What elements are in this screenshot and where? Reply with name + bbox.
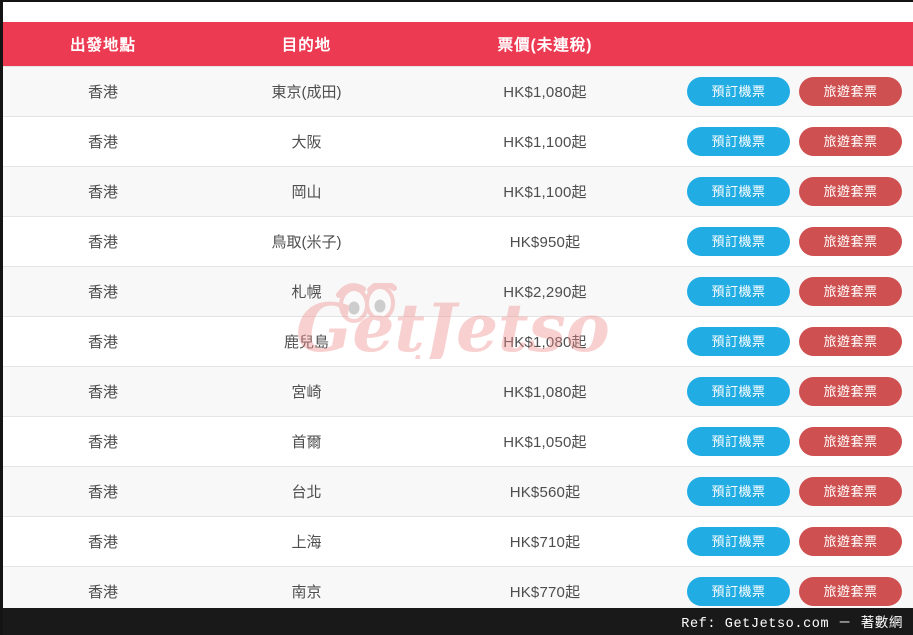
cell-origin: 香港 [3, 216, 203, 267]
book-flight-button[interactable]: 預訂機票 [687, 177, 790, 206]
action-button-group: 預訂機票 旅遊套票 [680, 527, 913, 556]
cell-origin: 香港 [3, 166, 203, 217]
cell-fare: HK$560起 [410, 466, 680, 517]
action-button-group: 預訂機票 旅遊套票 [680, 577, 913, 606]
cell-destination: 鹿兒島 [203, 316, 410, 367]
cell-fare: HK$1,080起 [410, 316, 680, 367]
column-header-fare: 票價(未連稅) [410, 22, 680, 67]
book-flight-button[interactable]: 預訂機票 [687, 377, 790, 406]
action-button-group: 預訂機票 旅遊套票 [680, 177, 913, 206]
action-button-group: 預訂機票 旅遊套票 [680, 127, 913, 156]
column-header-destination: 目的地 [203, 22, 410, 67]
cell-destination: 首爾 [203, 416, 410, 467]
cell-origin: 香港 [3, 66, 203, 117]
action-button-group: 預訂機票 旅遊套票 [680, 77, 913, 106]
table-row: 香港 上海 HK$710起 預訂機票 旅遊套票 [3, 516, 913, 567]
cell-origin: 香港 [3, 366, 203, 417]
travel-package-button[interactable]: 旅遊套票 [799, 177, 902, 206]
cell-actions: 預訂機票 旅遊套票 [680, 66, 913, 117]
cell-actions: 預訂機票 旅遊套票 [680, 366, 913, 417]
top-gutter [3, 2, 913, 22]
book-flight-button[interactable]: 預訂機票 [687, 577, 790, 606]
cell-fare: HK$950起 [410, 216, 680, 267]
travel-package-button[interactable]: 旅遊套票 [799, 127, 902, 156]
cell-origin: 香港 [3, 466, 203, 517]
travel-package-button[interactable]: 旅遊套票 [799, 377, 902, 406]
book-flight-button[interactable]: 預訂機票 [687, 127, 790, 156]
cell-origin: 香港 [3, 416, 203, 467]
cell-fare: HK$1,050起 [410, 416, 680, 467]
page-root: 出發地點 目的地 票價(未連稅) 香港 東京(成田) HK$1,080起 預訂機票 旅遊… [0, 0, 913, 635]
action-button-group: 預訂機票 旅遊套票 [680, 427, 913, 456]
table-row: 香港 東京(成田) HK$1,080起 預訂機票 旅遊套票 [3, 66, 913, 117]
cell-fare: HK$1,080起 [410, 66, 680, 117]
cell-destination: 上海 [203, 516, 410, 567]
footer-bar: Ref: GetJetso.com － 著數網 [3, 608, 913, 635]
travel-package-button[interactable]: 旅遊套票 [799, 77, 902, 106]
cell-destination: 札幌 [203, 266, 410, 317]
book-flight-button[interactable]: 預訂機票 [687, 77, 790, 106]
table-row: 香港 鹿兒島 HK$1,080起 預訂機票 旅遊套票 [3, 316, 913, 367]
cell-actions: 預訂機票 旅遊套票 [680, 166, 913, 217]
table-row: 香港 鳥取(米子) HK$950起 預訂機票 旅遊套票 [3, 216, 913, 267]
book-flight-button[interactable]: 預訂機票 [687, 277, 790, 306]
action-button-group: 預訂機票 旅遊套票 [680, 327, 913, 356]
footer-reference-text: Ref: GetJetso.com － 著數網 [681, 617, 903, 632]
table-header: 出發地點 目的地 票價(未連稅) [3, 22, 913, 67]
book-flight-button[interactable]: 預訂機票 [687, 477, 790, 506]
travel-package-button[interactable]: 旅遊套票 [799, 527, 902, 556]
book-flight-button[interactable]: 預訂機票 [687, 527, 790, 556]
table-body: 香港 東京(成田) HK$1,080起 預訂機票 旅遊套票 香港 大阪 HK$1,100起 預訂… [3, 66, 913, 616]
column-header-actions [680, 22, 913, 67]
cell-origin: 香港 [3, 316, 203, 367]
travel-package-button[interactable]: 旅遊套票 [799, 327, 902, 356]
cell-fare: HK$1,100起 [410, 166, 680, 217]
table-row: 香港 岡山 HK$1,100起 預訂機票 旅遊套票 [3, 166, 913, 217]
cell-origin: 香港 [3, 516, 203, 567]
cell-actions: 預訂機票 旅遊套票 [680, 416, 913, 467]
action-button-group: 預訂機票 旅遊套票 [680, 227, 913, 256]
cell-actions: 預訂機票 旅遊套票 [680, 516, 913, 567]
cell-actions: 預訂機票 旅遊套票 [680, 116, 913, 167]
cell-actions: 預訂機票 旅遊套票 [680, 266, 913, 317]
action-button-group: 預訂機票 旅遊套票 [680, 277, 913, 306]
table-row: 香港 札幌 HK$2,290起 預訂機票 旅遊套票 [3, 266, 913, 317]
travel-package-button[interactable]: 旅遊套票 [799, 477, 902, 506]
cell-destination: 大阪 [203, 116, 410, 167]
table-header-row: 出發地點 目的地 票價(未連稅) [3, 22, 913, 67]
action-button-group: 預訂機票 旅遊套票 [680, 377, 913, 406]
cell-actions: 預訂機票 旅遊套票 [680, 216, 913, 267]
cell-destination: 岡山 [203, 166, 410, 217]
cell-fare: HK$1,080起 [410, 366, 680, 417]
cell-fare: HK$2,290起 [410, 266, 680, 317]
cell-origin: 香港 [3, 266, 203, 317]
cell-destination: 鳥取(米子) [203, 216, 410, 267]
cell-fare: HK$710起 [410, 516, 680, 567]
book-flight-button[interactable]: 預訂機票 [687, 327, 790, 356]
cell-destination: 東京(成田) [203, 66, 410, 117]
cell-destination: 台北 [203, 466, 410, 517]
cell-destination: 宮崎 [203, 366, 410, 417]
fare-table: 出發地點 目的地 票價(未連稅) 香港 東京(成田) HK$1,080起 預訂機票 旅遊… [3, 22, 913, 616]
column-header-origin: 出發地點 [3, 22, 203, 67]
table-row: 香港 台北 HK$560起 預訂機票 旅遊套票 [3, 466, 913, 517]
travel-package-button[interactable]: 旅遊套票 [799, 577, 902, 606]
travel-package-button[interactable]: 旅遊套票 [799, 277, 902, 306]
table-row: 香港 首爾 HK$1,050起 預訂機票 旅遊套票 [3, 416, 913, 467]
cell-actions: 預訂機票 旅遊套票 [680, 316, 913, 367]
cell-origin: 香港 [3, 116, 203, 167]
travel-package-button[interactable]: 旅遊套票 [799, 227, 902, 256]
action-button-group: 預訂機票 旅遊套票 [680, 477, 913, 506]
book-flight-button[interactable]: 預訂機票 [687, 227, 790, 256]
table-row: 香港 宮崎 HK$1,080起 預訂機票 旅遊套票 [3, 366, 913, 417]
travel-package-button[interactable]: 旅遊套票 [799, 427, 902, 456]
book-flight-button[interactable]: 預訂機票 [687, 427, 790, 456]
table-row: 香港 大阪 HK$1,100起 預訂機票 旅遊套票 [3, 116, 913, 167]
cell-actions: 預訂機票 旅遊套票 [680, 466, 913, 517]
cell-fare: HK$1,100起 [410, 116, 680, 167]
